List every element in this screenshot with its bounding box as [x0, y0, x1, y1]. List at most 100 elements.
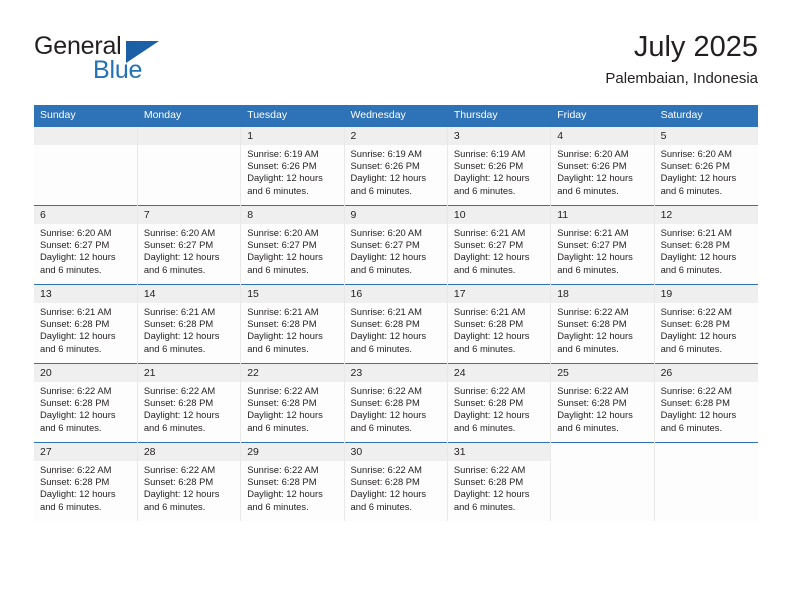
sunset-text: Sunset: 6:28 PM: [247, 476, 317, 488]
day-details: Sunrise: 6:22 AM Sunset: 6:28 PM Daylight:…: [138, 382, 240, 434]
sunrise-text: Sunrise: 6:22 AM: [40, 464, 112, 475]
day-cell[interactable]: 20 Sunrise: 6:22 AM Sunset: 6:28 PM Dayligh…: [34, 363, 138, 443]
calendar-body: 1 Sunrise: 6:19 AM Sunset: 6:26 PM Daylight…: [34, 126, 758, 521]
day-cell[interactable]: 26 Sunrise: 6:22 AM Sunset: 6:28 PM Dayligh…: [654, 363, 758, 443]
day-cell-empty: [137, 126, 242, 206]
day-cell[interactable]: 2 Sunrise: 6:19 AM Sunset: 6:26 PM Daylight…: [344, 126, 448, 206]
sunrise-text: Sunrise: 6:22 AM: [143, 385, 216, 396]
day-cell[interactable]: 25 Sunrise: 6:22 AM Sunset: 6:28 PM Dayligh…: [550, 363, 655, 443]
day-number: 3: [447, 127, 551, 145]
title-block: July 2025 Palembaian, Indonesia: [605, 30, 758, 89]
day-number: 25: [551, 364, 654, 382]
day-cell[interactable]: 10 Sunrise: 6:21 AM Sunset: 6:27 PM Dayligh…: [447, 205, 552, 285]
day-number: 26: [654, 364, 758, 382]
day-details: Sunrise: 6:19 AM Sunset: 6:26 PM Daylight:…: [241, 145, 343, 197]
sunrise-text: Sunrise: 6:21 AM: [247, 306, 319, 317]
day-number: [34, 127, 137, 145]
day-number: 4: [551, 127, 654, 145]
day-cell-inner: [137, 127, 241, 205]
day-cell[interactable]: 15 Sunrise: 6:21 AM Sunset: 6:28 PM Dayligh…: [240, 284, 345, 364]
daylight-text: Daylight: 12 hours and 6 minutes.: [143, 409, 220, 433]
weekday-header-row: Sunday Monday Tuesday Wednesday Thursday…: [34, 105, 759, 127]
weekday-header-saturday: Saturday: [654, 105, 759, 127]
day-cell[interactable]: 31 Sunrise: 6:22 AM Sunset: 6:28 PM Dayligh…: [447, 442, 552, 521]
day-cell[interactable]: 19 Sunrise: 6:22 AM Sunset: 6:28 PM Dayligh…: [654, 284, 758, 364]
day-number: 6: [34, 206, 137, 224]
sunset-text: Sunset: 6:27 PM: [247, 239, 317, 251]
day-details: Sunrise: 6:22 AM Sunset: 6:28 PM Daylight:…: [448, 382, 550, 434]
day-cell-inner: 6 Sunrise: 6:20 AM Sunset: 6:27 PM Daylight…: [34, 206, 137, 284]
sunrise-text: Sunrise: 6:22 AM: [557, 306, 629, 317]
day-cell[interactable]: 28 Sunrise: 6:22 AM Sunset: 6:28 PM Dayligh…: [137, 442, 242, 521]
day-details: Sunrise: 6:22 AM Sunset: 6:28 PM Daylight:…: [241, 461, 343, 513]
day-details: Sunrise: 6:20 AM Sunset: 6:26 PM Daylight:…: [655, 145, 758, 197]
day-details: Sunrise: 6:21 AM Sunset: 6:28 PM Daylight:…: [138, 303, 240, 355]
sunrise-text: Sunrise: 6:22 AM: [660, 306, 732, 317]
day-number: [137, 127, 241, 145]
daylight-text: Daylight: 12 hours and 6 minutes.: [143, 251, 220, 275]
day-cell[interactable]: 27 Sunrise: 6:22 AM Sunset: 6:28 PM Dayligh…: [34, 442, 138, 521]
daylight-text: Daylight: 12 hours and 6 minutes.: [557, 409, 633, 433]
sunrise-text: Sunrise: 6:20 AM: [40, 227, 112, 238]
day-details: Sunrise: 6:21 AM Sunset: 6:27 PM Daylight:…: [448, 224, 550, 276]
day-number: 18: [551, 285, 654, 303]
sunrise-text: Sunrise: 6:20 AM: [660, 148, 732, 159]
day-cell[interactable]: 12 Sunrise: 6:21 AM Sunset: 6:28 PM Dayligh…: [654, 205, 758, 285]
day-number: 28: [137, 443, 241, 461]
day-cell[interactable]: 16 Sunrise: 6:21 AM Sunset: 6:28 PM Dayligh…: [344, 284, 448, 364]
day-cell-inner: 1 Sunrise: 6:19 AM Sunset: 6:26 PM Daylight…: [241, 127, 344, 205]
day-cell[interactable]: 1 Sunrise: 6:19 AM Sunset: 6:26 PM Daylight…: [240, 126, 345, 206]
day-cell[interactable]: 11 Sunrise: 6:21 AM Sunset: 6:27 PM Dayligh…: [550, 205, 655, 285]
day-cell[interactable]: 4 Sunrise: 6:20 AM Sunset: 6:26 PM Daylight…: [550, 126, 655, 206]
day-details: Sunrise: 6:22 AM Sunset: 6:28 PM Daylight:…: [34, 461, 137, 513]
daylight-text: Daylight: 12 hours and 6 minutes.: [660, 251, 737, 275]
day-cell[interactable]: 8 Sunrise: 6:20 AM Sunset: 6:27 PM Daylight…: [240, 205, 345, 285]
calendar-week-row: 27 Sunrise: 6:22 AM Sunset: 6:28 PM Dayligh…: [34, 442, 758, 521]
day-details: Sunrise: 6:21 AM Sunset: 6:28 PM Daylight:…: [448, 303, 550, 355]
day-cell[interactable]: 3 Sunrise: 6:19 AM Sunset: 6:26 PM Daylight…: [447, 126, 552, 206]
day-cell-inner: 25 Sunrise: 6:22 AM Sunset: 6:28 PM Dayligh…: [551, 364, 654, 442]
sunset-text: Sunset: 6:27 PM: [40, 239, 110, 251]
weekday-header-tuesday: Tuesday: [240, 105, 345, 127]
day-cell[interactable]: 30 Sunrise: 6:22 AM Sunset: 6:28 PM Dayligh…: [344, 442, 448, 521]
day-cell[interactable]: 21 Sunrise: 6:22 AM Sunset: 6:28 PM Dayligh…: [137, 363, 242, 443]
day-cell[interactable]: 29 Sunrise: 6:22 AM Sunset: 6:28 PM Dayligh…: [240, 442, 345, 521]
daylight-text: Daylight: 12 hours and 6 minutes.: [247, 172, 323, 196]
day-cell-inner: 10 Sunrise: 6:21 AM Sunset: 6:27 PM Dayligh…: [447, 206, 551, 284]
sunset-text: Sunset: 6:28 PM: [557, 318, 627, 330]
day-number: [655, 443, 758, 461]
day-cell[interactable]: 22 Sunrise: 6:22 AM Sunset: 6:28 PM Dayligh…: [240, 363, 345, 443]
general-blue-logo[interactable]: General Blue: [34, 32, 264, 90]
sunset-text: Sunset: 6:28 PM: [40, 318, 110, 330]
sunrise-text: Sunrise: 6:22 AM: [660, 385, 732, 396]
day-details: Sunrise: 6:22 AM Sunset: 6:28 PM Daylight:…: [655, 382, 758, 434]
day-number: 13: [34, 285, 137, 303]
day-cell[interactable]: 7 Sunrise: 6:20 AM Sunset: 6:27 PM Daylight…: [137, 205, 242, 285]
day-cell[interactable]: 23 Sunrise: 6:22 AM Sunset: 6:28 PM Dayligh…: [344, 363, 448, 443]
logo-text-blue: Blue: [93, 56, 143, 84]
day-cell[interactable]: 9 Sunrise: 6:20 AM Sunset: 6:27 PM Daylight…: [344, 205, 448, 285]
day-cell[interactable]: 13 Sunrise: 6:21 AM Sunset: 6:28 PM Dayligh…: [34, 284, 138, 364]
weekday-header-thursday: Thursday: [447, 105, 552, 127]
day-cell-inner: 28 Sunrise: 6:22 AM Sunset: 6:28 PM Dayligh…: [137, 443, 241, 521]
day-cell-inner: 19 Sunrise: 6:22 AM Sunset: 6:28 PM Dayligh…: [654, 285, 758, 363]
day-details: Sunrise: 6:20 AM Sunset: 6:27 PM Daylight:…: [241, 224, 343, 276]
day-cell[interactable]: 24 Sunrise: 6:22 AM Sunset: 6:28 PM Dayligh…: [447, 363, 552, 443]
daylight-text: Daylight: 12 hours and 6 minutes.: [557, 330, 633, 354]
daylight-text: Daylight: 12 hours and 6 minutes.: [453, 172, 530, 196]
day-details: Sunrise: 6:19 AM Sunset: 6:26 PM Daylight:…: [448, 145, 550, 197]
day-cell-inner: 11 Sunrise: 6:21 AM Sunset: 6:27 PM Dayligh…: [551, 206, 654, 284]
day-cell-inner: 26 Sunrise: 6:22 AM Sunset: 6:28 PM Dayligh…: [654, 364, 758, 442]
day-cell-inner: 2 Sunrise: 6:19 AM Sunset: 6:26 PM Daylight…: [344, 127, 447, 205]
day-cell[interactable]: 14 Sunrise: 6:21 AM Sunset: 6:28 PM Dayligh…: [137, 284, 242, 364]
sunrise-text: Sunrise: 6:22 AM: [143, 464, 216, 475]
day-cell[interactable]: 5 Sunrise: 6:20 AM Sunset: 6:26 PM Daylight…: [654, 126, 758, 206]
day-cell[interactable]: 6 Sunrise: 6:20 AM Sunset: 6:27 PM Daylight…: [34, 205, 138, 285]
calendar-week-row: 6 Sunrise: 6:20 AM Sunset: 6:27 PM Daylight…: [34, 205, 758, 285]
sunset-text: Sunset: 6:27 PM: [350, 239, 420, 251]
day-cell[interactable]: 18 Sunrise: 6:22 AM Sunset: 6:28 PM Dayligh…: [550, 284, 655, 364]
weekday-header-wednesday: Wednesday: [344, 105, 448, 127]
day-cell[interactable]: 17 Sunrise: 6:21 AM Sunset: 6:28 PM Dayligh…: [447, 284, 552, 364]
sunset-text: Sunset: 6:28 PM: [660, 318, 730, 330]
sunrise-text: Sunrise: 6:19 AM: [350, 148, 422, 159]
